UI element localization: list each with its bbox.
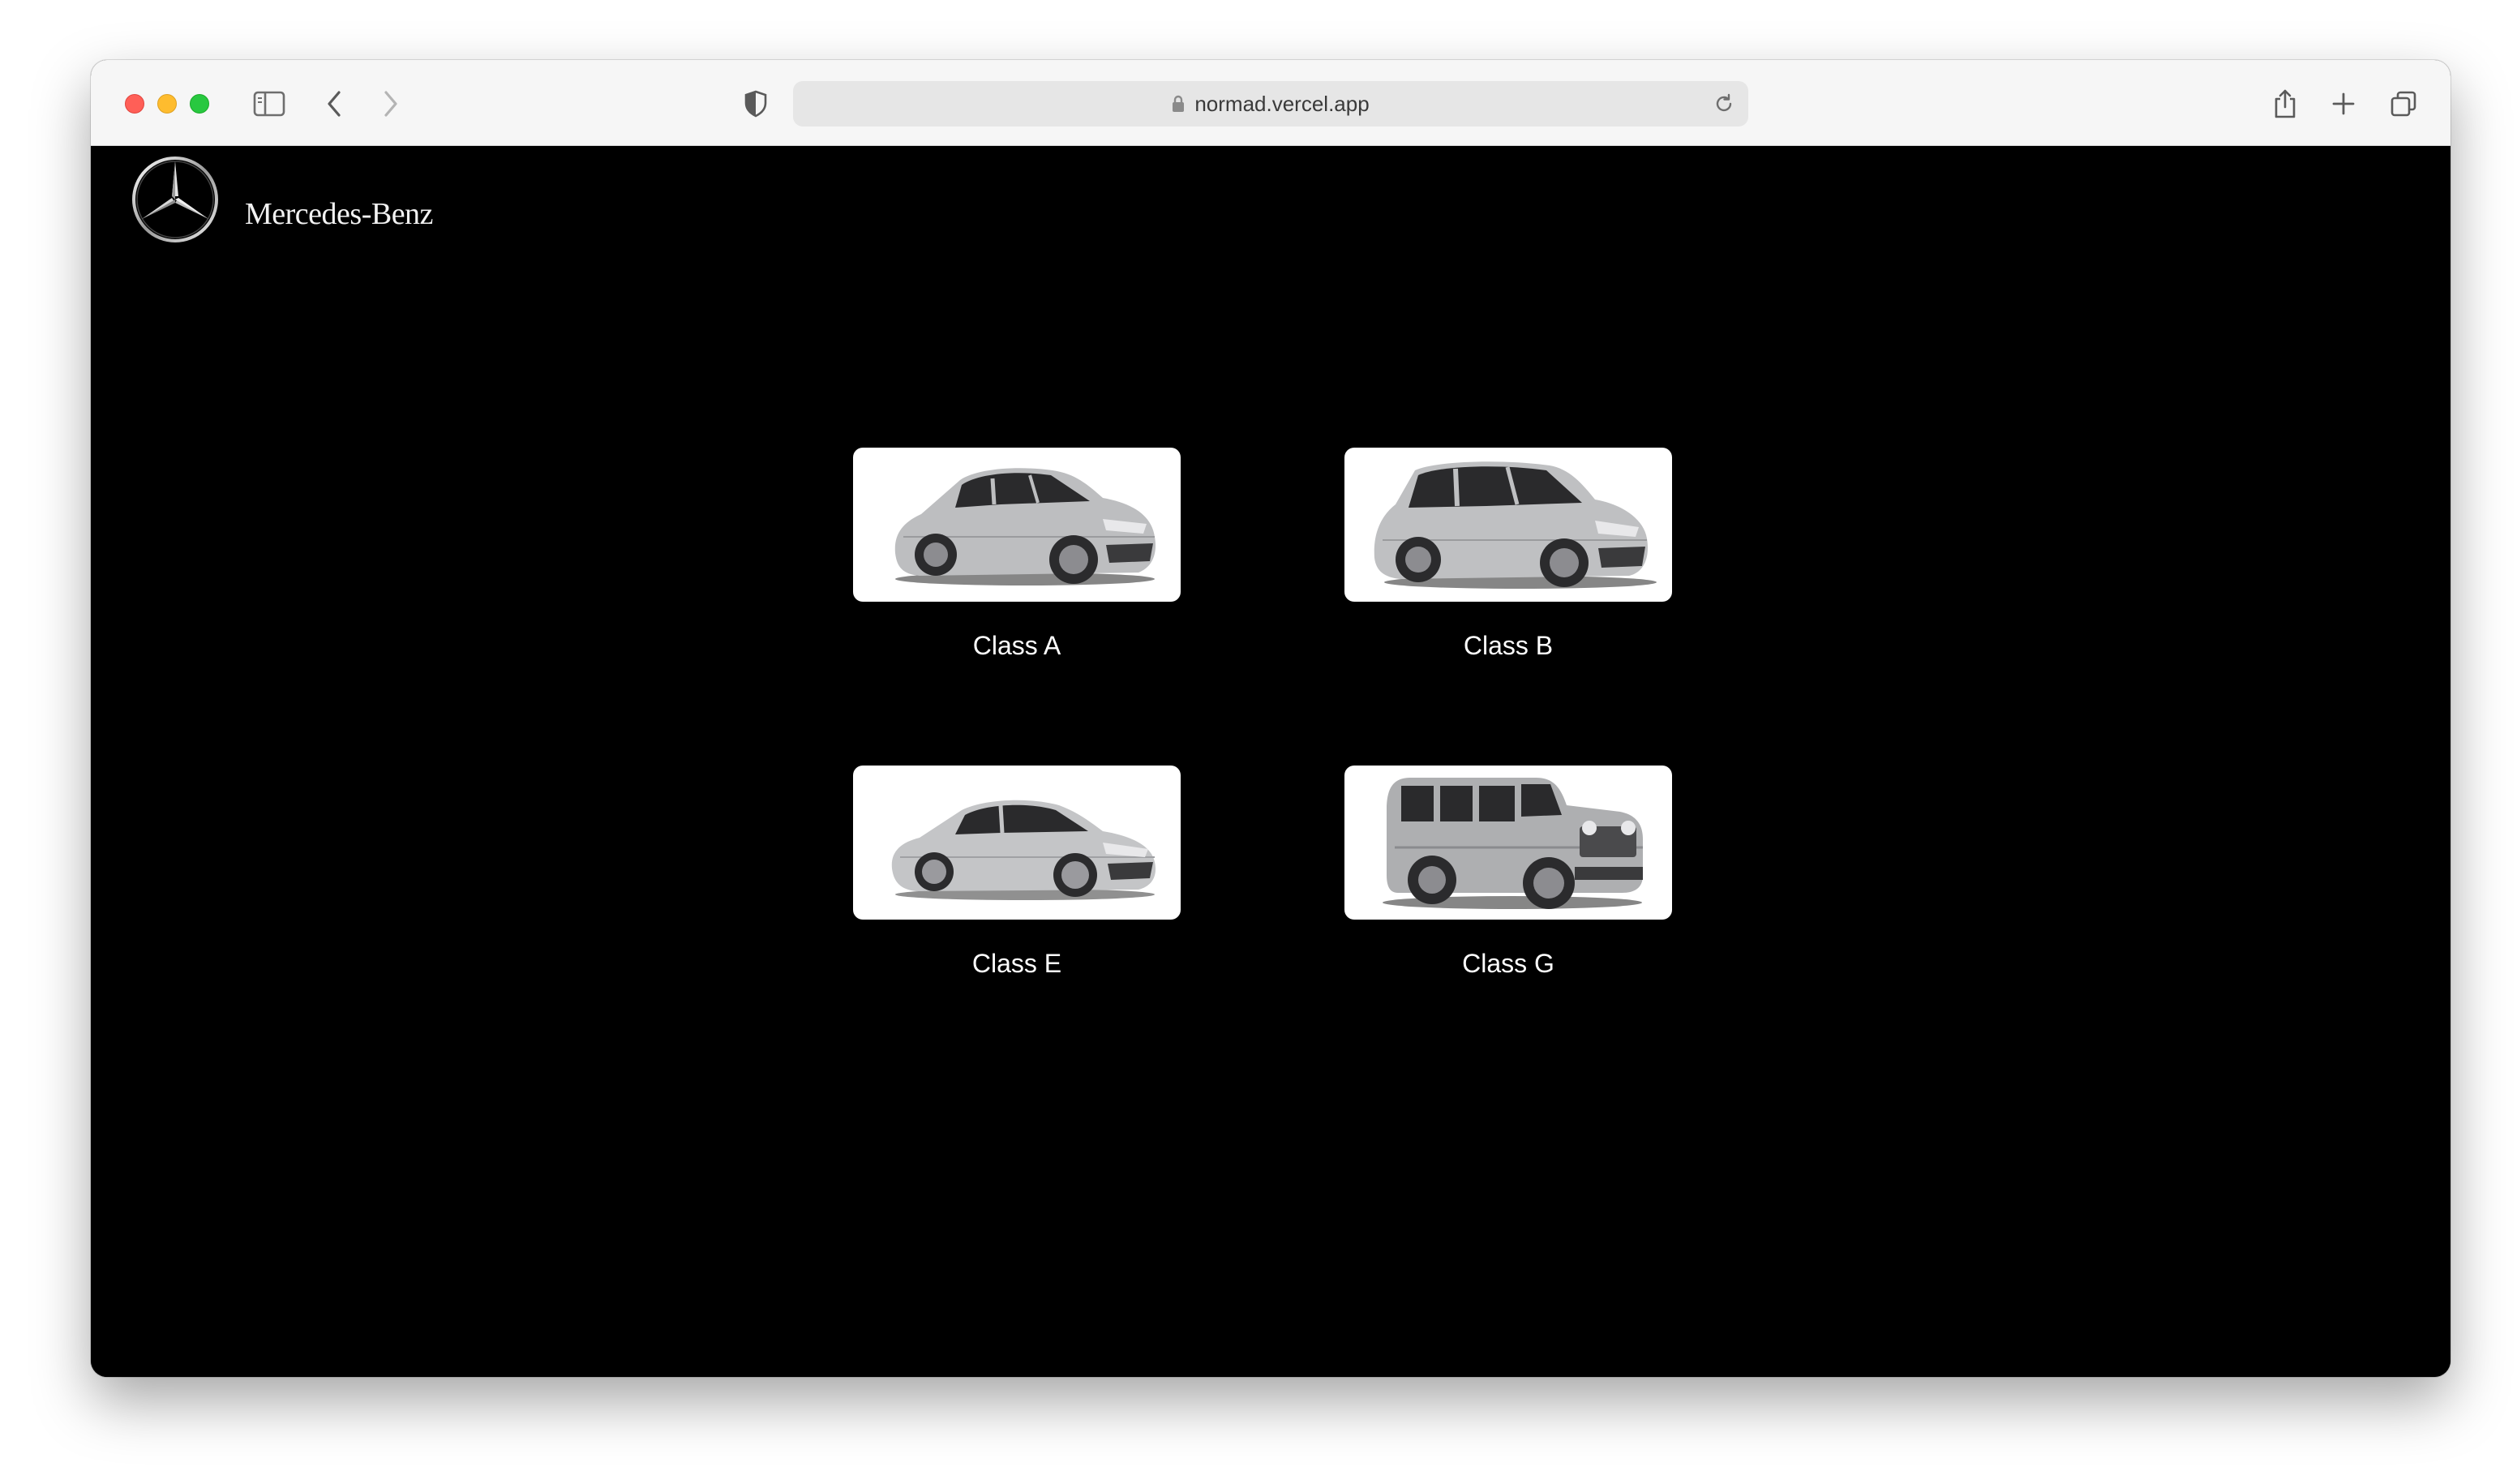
new-tab-plus-icon[interactable] <box>2322 83 2365 125</box>
lock-icon <box>1172 95 1185 113</box>
minimize-window-button[interactable] <box>157 94 177 114</box>
browser-window: normad.vercel.app Mercedes-Benz Class A … <box>91 60 2451 1377</box>
car-card-class-a[interactable]: Class A <box>853 448 1181 661</box>
car-label: Class A <box>972 631 1061 660</box>
car-label: Class B <box>1463 631 1554 660</box>
close-window-button[interactable] <box>125 94 144 114</box>
browser-toolbar: normad.vercel.app <box>91 60 2451 146</box>
class-g-car-image[interactable] <box>1344 766 1672 920</box>
share-icon[interactable] <box>2264 83 2306 125</box>
car-label: Class G <box>1462 949 1554 978</box>
reload-icon[interactable] <box>1709 89 1739 118</box>
back-chevron-icon[interactable] <box>313 83 355 125</box>
car-card-class-b[interactable]: Class B <box>1344 448 1672 661</box>
car-card-class-e[interactable]: Class E <box>853 766 1181 979</box>
forward-chevron-icon[interactable] <box>370 83 412 125</box>
car-label: Class E <box>971 949 1062 978</box>
page-content: Mercedes-Benz Class A Class B Class E Cl… <box>91 146 2451 1377</box>
class-e-car-image[interactable] <box>853 766 1181 920</box>
mercedes-star-logo-icon[interactable] <box>130 154 221 245</box>
zoom-window-button[interactable] <box>190 94 209 114</box>
url-text: normad.vercel.app <box>1194 91 1370 116</box>
car-card-class-g[interactable]: Class G <box>1344 766 1672 979</box>
privacy-shield-icon[interactable] <box>735 83 777 125</box>
tab-overview-icon[interactable] <box>2382 83 2425 125</box>
address-bar[interactable]: normad.vercel.app <box>793 81 1748 127</box>
brand-wordmark[interactable]: Mercedes-Benz <box>245 196 433 232</box>
class-a-car-image[interactable] <box>853 448 1181 602</box>
sidebar-toggle-icon[interactable] <box>248 83 290 125</box>
class-b-car-image[interactable] <box>1344 448 1672 602</box>
